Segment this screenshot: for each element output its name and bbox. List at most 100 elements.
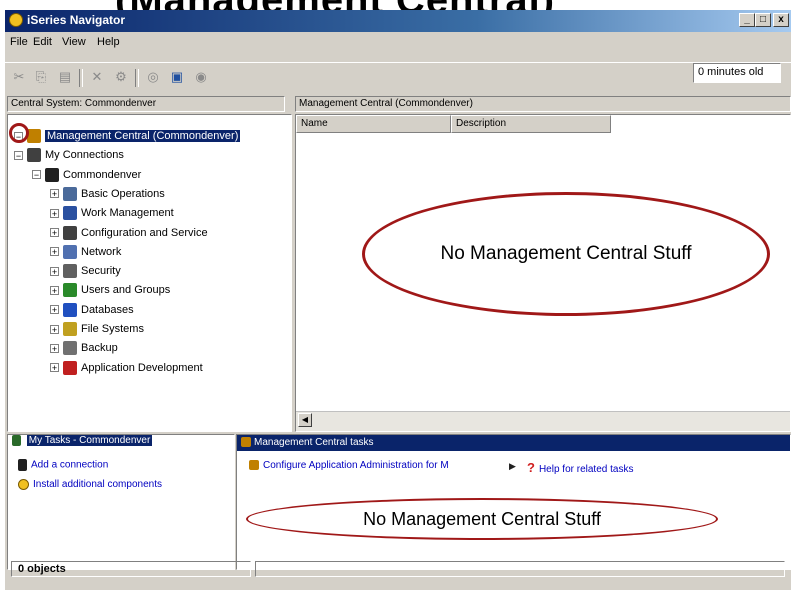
tree-item-label: Users and Groups <box>81 284 171 297</box>
column-name[interactable]: Name <box>296 115 451 133</box>
annotation-oval-bottom: No Management Central Stuff <box>246 498 718 540</box>
maximize-button[interactable]: □ <box>755 13 771 27</box>
scroll-left-arrow-icon[interactable]: ◀ <box>298 413 312 427</box>
expand-icon[interactable]: + <box>50 228 59 238</box>
tasks-icon <box>12 435 21 446</box>
window-title: iSeries Navigator <box>27 13 126 27</box>
tree-node-icon <box>27 129 41 144</box>
app-icon <box>9 13 23 27</box>
tree-item-label: Security <box>81 265 121 278</box>
management-central-icon <box>241 437 251 448</box>
help-related-tasks-label: Help for related tasks <box>538 464 634 475</box>
tree-item[interactable]: + Users and Groups <box>50 281 170 299</box>
menu-bar: File Edit View Help <box>5 34 791 52</box>
install-icon <box>18 479 29 490</box>
left-pane-header: Central System: Commondenver <box>7 96 285 112</box>
status-icon[interactable]: ◉ <box>193 69 209 85</box>
tree-item[interactable]: − Management Central (Commondenver) <box>14 127 241 145</box>
tree-item-label: Databases <box>81 303 134 316</box>
toolbar-separator <box>135 69 139 87</box>
tree-item[interactable]: + Databases <box>50 301 134 319</box>
minimize-button[interactable]: _ <box>739 13 755 27</box>
tree-node-icon <box>63 264 77 279</box>
tree-item[interactable]: + File Systems <box>50 320 144 338</box>
tree-node-icon <box>63 360 77 375</box>
tree-node-icon <box>63 244 77 259</box>
help-related-tasks-link[interactable]: ? Help for related tasks <box>527 460 633 475</box>
tree-item-label: Backup <box>81 342 118 355</box>
tree-pane: − Management Central (Commondenver) − My Co… <box>7 114 292 432</box>
menu-help[interactable]: Help <box>97 36 120 48</box>
expand-icon[interactable]: + <box>50 324 59 334</box>
properties-icon[interactable]: ⚙ <box>113 69 129 85</box>
tree-item[interactable]: + Basic Operations <box>50 185 165 203</box>
expand-icon[interactable]: + <box>50 285 59 295</box>
toolbar: ✂ ⎘ ▤ ✕ ⚙ ◎ ▣ ◉ <box>5 62 791 93</box>
expand-icon[interactable]: + <box>50 208 59 218</box>
configure-icon <box>249 460 259 471</box>
server-icon <box>18 459 27 471</box>
paste-icon[interactable]: ▤ <box>57 69 73 85</box>
tree-node-icon <box>63 341 77 356</box>
expand-icon[interactable]: + <box>50 343 59 353</box>
copy-icon[interactable]: ⎘ <box>33 69 49 85</box>
my-tasks-pane: My Tasks - Commondenver Add a connection… <box>7 434 235 570</box>
status-bar: 0 objects <box>5 558 791 580</box>
tree-node-icon <box>63 302 77 317</box>
expand-icon[interactable]: + <box>50 363 59 373</box>
status-cell-empty <box>255 561 785 577</box>
tree-item[interactable]: − Commondenver <box>32 166 141 184</box>
annotation-oval-main: No Management Central Stuff <box>362 192 770 316</box>
tree-item[interactable]: + Configuration and Service <box>50 224 208 242</box>
more-arrow-icon[interactable]: ▶ <box>509 461 516 472</box>
tree-item-label: Management Central (Commondenver) <box>45 130 241 142</box>
expand-icon[interactable]: + <box>50 266 59 276</box>
menu-view[interactable]: View <box>62 36 86 48</box>
annotation-circle <box>9 123 29 143</box>
column-description[interactable]: Description <box>451 115 611 133</box>
expand-icon[interactable]: + <box>50 189 59 199</box>
right-pane-header: Management Central (Commondenver) <box>295 96 791 112</box>
my-tasks-title: My Tasks - Commondenver <box>26 435 153 447</box>
collapse-icon[interactable]: − <box>32 170 41 180</box>
mc-tasks-title: Management Central tasks <box>254 437 374 448</box>
my-tasks-header: My Tasks - Commondenver <box>8 435 234 451</box>
collapse-icon[interactable]: − <box>14 150 23 160</box>
tree-node-icon <box>63 322 77 337</box>
add-connection-label: Add a connection <box>31 459 109 471</box>
tree-item-label: Application Development <box>81 361 203 374</box>
expand-icon[interactable]: + <box>50 247 59 257</box>
tree-item[interactable]: − My Connections <box>14 146 124 164</box>
tree-item[interactable]: + Application Development <box>50 359 203 377</box>
horizontal-scrollbar[interactable] <box>296 411 790 431</box>
expand-icon[interactable]: + <box>50 305 59 315</box>
tree-item[interactable]: + Network <box>50 243 121 261</box>
close-button[interactable]: x <box>773 13 789 27</box>
tree-node-icon <box>63 206 77 221</box>
configure-app-admin-label: Configure Application Administration for… <box>263 460 449 471</box>
tree-item-label: Network <box>81 245 122 258</box>
help-icon: ? <box>527 460 535 475</box>
tree-node-icon <box>45 167 59 182</box>
tree-node-icon <box>63 186 77 201</box>
tree-node-icon <box>27 148 41 163</box>
configure-app-admin-link[interactable]: Configure Application Administration for… <box>249 460 449 471</box>
install-components-link[interactable]: Install additional components <box>18 479 162 490</box>
delete-icon[interactable]: ✕ <box>89 69 105 85</box>
toolbar-separator <box>79 69 83 87</box>
add-connection-link[interactable]: Add a connection <box>18 459 108 471</box>
tree-node-icon <box>63 225 77 240</box>
tree-node-icon <box>63 283 77 298</box>
tree-item[interactable]: + Backup <box>50 339 118 357</box>
tree-item-label: Work Management <box>81 207 174 220</box>
tree-item[interactable]: + Work Management <box>50 204 174 222</box>
menu-edit[interactable]: Edit <box>33 36 52 48</box>
tree-item-label: Basic Operations <box>81 187 165 200</box>
cut-icon[interactable]: ✂ <box>11 69 27 85</box>
menu-file[interactable]: File <box>10 36 28 48</box>
title-bar: iSeries Navigator _ □ x <box>5 10 791 32</box>
tree-item[interactable]: + Security <box>50 262 121 280</box>
new-icon[interactable]: ◎ <box>145 69 161 85</box>
tree-item-label: File Systems <box>81 323 144 335</box>
monitor-icon[interactable]: ▣ <box>169 69 185 85</box>
